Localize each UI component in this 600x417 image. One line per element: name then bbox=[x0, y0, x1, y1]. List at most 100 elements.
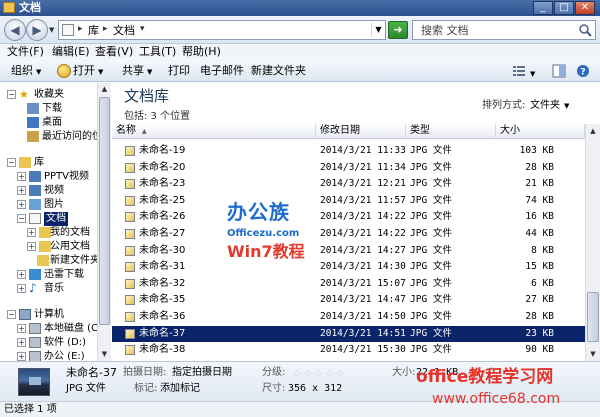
tree-my-documents[interactable]: + 我的文档 bbox=[27, 226, 97, 240]
tree-xunlei[interactable]: + 迅雷下载 bbox=[17, 268, 97, 282]
menu-view[interactable]: 查看(V) bbox=[95, 45, 133, 59]
tree-videos[interactable]: + 视频 bbox=[17, 184, 97, 198]
tree-label: 我的文档 bbox=[50, 227, 90, 238]
table-row[interactable]: 未命名-23 2014/3/21 12:21 JPG 文件 21 KB bbox=[112, 176, 585, 192]
tree-documents[interactable]: − 文档 bbox=[17, 212, 97, 226]
collapse-icon[interactable]: − bbox=[7, 310, 16, 319]
jpg-file-icon bbox=[125, 146, 135, 156]
expand-icon[interactable]: + bbox=[17, 172, 26, 181]
column-type[interactable]: 类型 bbox=[406, 124, 496, 139]
arrange-by-dropdown[interactable]: 文件夹 ▼ bbox=[530, 96, 569, 111]
file-size: 74 KB bbox=[525, 194, 554, 206]
scroll-down-icon[interactable]: ▼ bbox=[586, 347, 600, 361]
expand-icon[interactable]: + bbox=[27, 242, 36, 251]
table-row[interactable]: 未命名-26 2014/3/21 14:22 JPG 文件 16 KB bbox=[112, 209, 585, 225]
table-row[interactable]: 未命名-38 2014/3/21 15:30 JPG 文件 90 KB bbox=[112, 342, 585, 358]
detail-date-label: 拍摄日期: bbox=[123, 367, 167, 378]
table-row[interactable]: 未命名-20 2014/3/21 11:34 JPG 文件 28 KB bbox=[112, 160, 585, 176]
tree-drive-e[interactable]: + 办公 (E:) bbox=[17, 350, 97, 361]
print-button[interactable]: 打印 bbox=[168, 64, 190, 78]
expand-icon[interactable]: + bbox=[17, 284, 26, 293]
open-button[interactable]: 打开 ▼ bbox=[73, 64, 103, 79]
file-size: 90 KB bbox=[525, 344, 554, 356]
preview-pane-icon[interactable] bbox=[552, 64, 566, 78]
minimize-button[interactable]: _ bbox=[533, 1, 553, 15]
column-name[interactable]: 名称 ▲ bbox=[112, 124, 316, 139]
expand-icon[interactable]: + bbox=[27, 228, 36, 237]
file-list-scrollbar[interactable]: ▲ ▼ bbox=[585, 124, 600, 361]
search-icon[interactable] bbox=[578, 23, 592, 37]
folder-icon bbox=[37, 255, 49, 266]
help-icon[interactable]: ? bbox=[576, 64, 590, 78]
menu-edit[interactable]: 编辑(E) bbox=[52, 45, 90, 59]
scroll-thumb[interactable] bbox=[587, 292, 599, 342]
tree-pptv[interactable]: + PPTV视频 bbox=[17, 170, 97, 184]
table-row[interactable]: 未命名-32 2014/3/21 15:07 JPG 文件 6 KB bbox=[112, 276, 585, 292]
breadcrumb-separator-icon[interactable]: ▾ bbox=[140, 24, 145, 34]
tree-desktop[interactable]: 桌面 bbox=[27, 116, 97, 130]
view-options-icon[interactable] bbox=[512, 64, 526, 78]
table-row[interactable]: 未命名-31 2014/3/21 14:30 JPG 文件 15 KB bbox=[112, 259, 585, 275]
table-row[interactable]: 未命名-35 2014/3/21 14:47 JPG 文件 27 KB bbox=[112, 292, 585, 308]
collapse-icon[interactable]: − bbox=[17, 214, 26, 223]
search-input[interactable]: 搜索 文档 bbox=[412, 20, 596, 40]
table-row[interactable]: 未命名-25 2014/3/21 11:57 JPG 文件 74 KB bbox=[112, 193, 585, 209]
back-button[interactable]: ◀ bbox=[4, 19, 26, 41]
view-dropdown-icon[interactable]: ▼ bbox=[530, 67, 535, 81]
recent-pages-dropdown[interactable]: ▼ bbox=[49, 26, 54, 34]
email-button[interactable]: 电子邮件 bbox=[200, 64, 244, 78]
address-dropdown-icon[interactable]: ▼ bbox=[371, 23, 385, 37]
collapse-icon[interactable]: − bbox=[7, 90, 16, 99]
menu-help[interactable]: 帮助(H) bbox=[182, 45, 221, 59]
nav-scrollbar[interactable]: ▲ ▼ bbox=[97, 83, 111, 361]
detail-tags-value[interactable]: 添加标记 bbox=[160, 383, 200, 395]
breadcrumb-documents[interactable]: 文档 bbox=[113, 24, 135, 37]
new-folder-button[interactable]: 新建文件夹 bbox=[251, 64, 306, 78]
scroll-thumb[interactable] bbox=[99, 97, 110, 325]
tree-downloads[interactable]: 下载 bbox=[27, 102, 97, 116]
table-row[interactable]: 未命名-30 2014/3/21 14:27 JPG 文件 8 KB bbox=[112, 243, 585, 259]
breadcrumb-separator-icon[interactable]: ▸ bbox=[103, 24, 108, 34]
table-row[interactable]: 未命名-19 2014/3/21 11:33 JPG 文件 103 KB bbox=[112, 143, 585, 159]
expand-icon[interactable]: + bbox=[17, 324, 26, 333]
expand-icon[interactable]: + bbox=[17, 200, 26, 209]
expand-icon[interactable]: + bbox=[17, 352, 26, 361]
organize-button[interactable]: 组织 ▼ bbox=[11, 64, 41, 79]
tree-local-disk[interactable]: + 本地磁盘 (C:) bbox=[17, 322, 97, 336]
tree-music[interactable]: + ♪ 音乐 bbox=[17, 282, 97, 296]
library-locations-link[interactable]: 包括: 3 个位置 bbox=[124, 107, 190, 122]
detail-dims-label: 尺寸: bbox=[262, 383, 286, 394]
address-field[interactable]: ▸ 库 ▸ 文档 ▾ ▼ bbox=[58, 20, 386, 40]
tree-computer[interactable]: − 计算机 bbox=[7, 308, 97, 322]
expand-icon[interactable]: + bbox=[17, 186, 26, 195]
forward-button[interactable]: ▶ bbox=[26, 19, 48, 41]
breadcrumb-separator-icon[interactable]: ▸ bbox=[78, 24, 83, 34]
scroll-down-icon[interactable]: ▼ bbox=[98, 348, 111, 361]
tree-favorites[interactable]: − ★ 收藏夹 bbox=[7, 88, 97, 102]
tree-pictures[interactable]: + 图片 bbox=[17, 198, 97, 212]
expand-icon[interactable]: + bbox=[17, 270, 26, 279]
column-date[interactable]: 修改日期 bbox=[316, 124, 406, 139]
tree-libraries[interactable]: − 库 bbox=[7, 156, 97, 170]
table-row[interactable]: 未命名-37 2014/3/21 14:51 JPG 文件 23 KB bbox=[112, 325, 585, 342]
share-button[interactable]: 共享 ▼ bbox=[122, 64, 152, 79]
column-size[interactable]: 大小 bbox=[496, 124, 585, 139]
scroll-up-icon[interactable]: ▲ bbox=[98, 83, 111, 96]
close-button[interactable]: ✕ bbox=[575, 1, 595, 15]
collapse-icon[interactable]: − bbox=[7, 158, 16, 167]
menu-file[interactable]: 文件(F) bbox=[7, 45, 44, 59]
scroll-up-icon[interactable]: ▲ bbox=[586, 124, 600, 138]
maximize-button[interactable]: □ bbox=[554, 1, 574, 15]
table-row[interactable]: 未命名-27 2014/3/21 14:22 JPG 文件 44 KB bbox=[112, 226, 585, 242]
detail-date-value[interactable]: 指定拍摄日期 bbox=[172, 367, 232, 379]
tree-drive-d[interactable]: + 软件 (D:) bbox=[17, 336, 97, 350]
rating-stars-icon[interactable]: ☆☆☆☆☆ bbox=[292, 367, 346, 380]
refresh-button[interactable]: ➜ bbox=[388, 21, 408, 39]
expand-icon[interactable]: + bbox=[17, 338, 26, 347]
menu-tools[interactable]: 工具(T) bbox=[139, 45, 176, 59]
table-row[interactable]: 未命名-36 2014/3/21 14:50 JPG 文件 28 KB bbox=[112, 309, 585, 325]
tree-recent-places[interactable]: 最近访问的位置 bbox=[27, 130, 97, 144]
breadcrumb-library[interactable]: 库 bbox=[88, 24, 99, 37]
tree-new-folder[interactable]: 新建文件夹 bbox=[37, 254, 100, 268]
tree-public-documents[interactable]: + 公用文档 bbox=[27, 240, 97, 254]
